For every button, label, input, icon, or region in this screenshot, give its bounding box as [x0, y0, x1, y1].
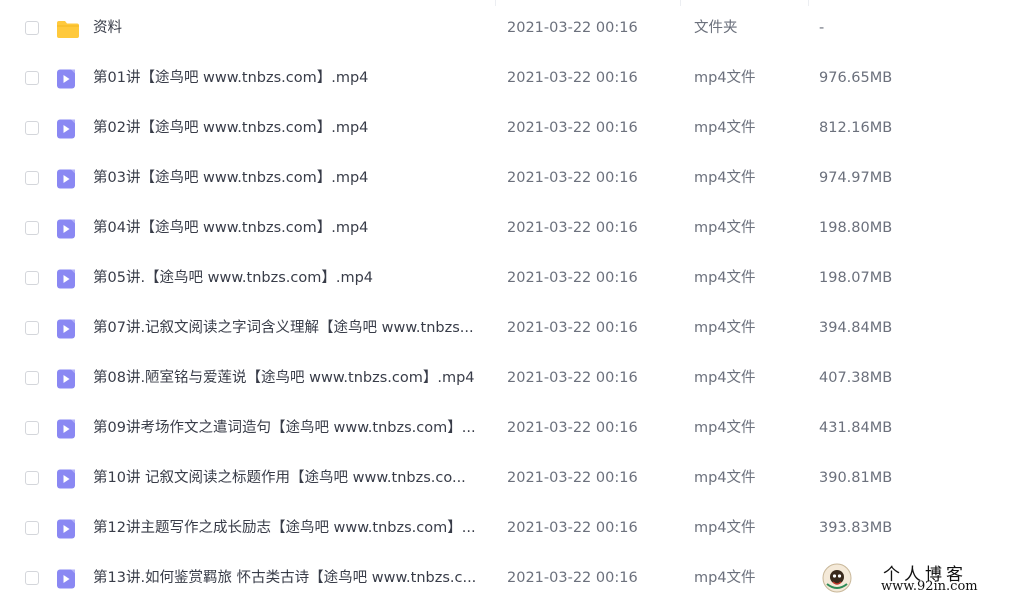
file-row[interactable]: 第01讲【途鸟吧 www.tnbzs.com】.mp4 2021-03-22 00…: [0, 53, 1015, 103]
video-file-icon: [56, 169, 78, 189]
row-checkbox[interactable]: [25, 521, 39, 535]
row-checkbox[interactable]: [25, 21, 39, 35]
row-checkbox[interactable]: [25, 121, 39, 135]
row-checkbox[interactable]: [25, 471, 39, 485]
file-row[interactable]: 第03讲【途鸟吧 www.tnbzs.com】.mp4 2021-03-22 00…: [0, 153, 1015, 203]
file-type: mp4文件: [694, 320, 756, 336]
watermark-logo-icon: [821, 562, 853, 594]
file-row[interactable]: 第04讲【途鸟吧 www.tnbzs.com】.mp4 2021-03-22 00…: [0, 203, 1015, 253]
file-size: 976.65MB: [819, 70, 893, 86]
file-type: mp4文件: [694, 420, 756, 436]
file-modified-time: 2021-03-22 00:16: [507, 220, 638, 236]
file-modified-time: 2021-03-22 00:16: [507, 570, 638, 586]
file-size: 812.16MB: [819, 120, 893, 136]
file-type: mp4文件: [694, 120, 756, 136]
file-modified-time: 2021-03-22 00:16: [507, 520, 638, 536]
file-modified-time: 2021-03-22 00:16: [507, 20, 638, 36]
file-row[interactable]: 第05讲.【途鸟吧 www.tnbzs.com】.mp4 2021-03-22 0…: [0, 253, 1015, 303]
file-modified-time: 2021-03-22 00:16: [507, 420, 638, 436]
file-modified-time: 2021-03-22 00:16: [507, 70, 638, 86]
file-modified-time: 2021-03-22 00:16: [507, 470, 638, 486]
video-file-icon: [56, 419, 78, 439]
file-type: mp4文件: [694, 220, 756, 236]
file-row[interactable]: 第09讲考场作文之遣词造句【途鸟吧 www.tnbzs.com】... 2021-…: [0, 403, 1015, 453]
row-checkbox[interactable]: [25, 271, 39, 285]
file-type: mp4文件: [694, 370, 756, 386]
file-name[interactable]: 第13讲.如何鉴赏羁旅 怀古类古诗【途鸟吧 www.tnbzs.c...: [93, 567, 485, 589]
row-checkbox[interactable]: [25, 371, 39, 385]
file-size: 407.38MB: [819, 370, 893, 386]
file-size: 198.07MB: [819, 270, 893, 286]
file-row[interactable]: 第07讲.记叙文阅读之字词含义理解【途鸟吧 www.tnbzs... 2021-0…: [0, 303, 1015, 353]
file-row[interactable]: 资料 2021-03-22 00:16 文件夹 -: [0, 3, 1015, 53]
file-type: mp4文件: [694, 170, 756, 186]
file-size: 974.97MB: [819, 170, 893, 186]
file-modified-time: 2021-03-22 00:16: [507, 270, 638, 286]
file-type: mp4文件: [694, 270, 756, 286]
file-type: 文件夹: [694, 20, 738, 36]
file-modified-time: 2021-03-22 00:16: [507, 120, 638, 136]
file-type: mp4文件: [694, 520, 756, 536]
row-checkbox[interactable]: [25, 571, 39, 585]
file-name[interactable]: 第08讲.陋室铭与爱莲说【途鸟吧 www.tnbzs.com】.mp4: [93, 367, 485, 389]
file-row[interactable]: 第08讲.陋室铭与爱莲说【途鸟吧 www.tnbzs.com】.mp4 2021-…: [0, 353, 1015, 403]
row-checkbox[interactable]: [25, 321, 39, 335]
file-name[interactable]: 第07讲.记叙文阅读之字词含义理解【途鸟吧 www.tnbzs...: [93, 317, 485, 339]
video-file-icon: [56, 119, 78, 139]
file-type: mp4文件: [694, 570, 756, 586]
row-checkbox[interactable]: [25, 421, 39, 435]
file-size: 394.84MB: [819, 320, 893, 336]
video-file-icon: [56, 219, 78, 239]
video-file-icon: [56, 469, 78, 489]
video-file-icon: [56, 269, 78, 289]
file-name[interactable]: 第05讲.【途鸟吧 www.tnbzs.com】.mp4: [93, 267, 485, 289]
file-name[interactable]: 第10讲 记叙文阅读之标题作用【途鸟吧 www.tnbzs.co...: [93, 467, 485, 489]
file-row[interactable]: 第10讲 记叙文阅读之标题作用【途鸟吧 www.tnbzs.co... 2021-…: [0, 453, 1015, 503]
row-checkbox[interactable]: [25, 171, 39, 185]
file-size: -: [819, 20, 825, 36]
file-list: 资料 2021-03-22 00:16 文件夹 - 第01讲【途鸟吧 www.tnbzs…: [0, 0, 1015, 599]
file-type: mp4文件: [694, 70, 756, 86]
file-size: 431.84MB: [819, 420, 893, 436]
watermark: 个人博客 www.92in.com: [821, 560, 1007, 596]
file-size: 390.81MB: [819, 470, 893, 486]
file-row[interactable]: 第02讲【途鸟吧 www.tnbzs.com】.mp4 2021-03-22 00…: [0, 103, 1015, 153]
video-file-icon: [56, 319, 78, 339]
video-file-icon: [56, 519, 78, 539]
row-checkbox[interactable]: [25, 71, 39, 85]
file-name[interactable]: 第12讲主题写作之成长励志【途鸟吧 www.tnbzs.com】...: [93, 517, 485, 539]
file-name[interactable]: 第01讲【途鸟吧 www.tnbzs.com】.mp4: [93, 67, 485, 89]
row-checkbox[interactable]: [25, 221, 39, 235]
file-name[interactable]: 第02讲【途鸟吧 www.tnbzs.com】.mp4: [93, 117, 485, 139]
file-name[interactable]: 第03讲【途鸟吧 www.tnbzs.com】.mp4: [93, 167, 485, 189]
video-file-icon: [56, 69, 78, 89]
file-type: mp4文件: [694, 470, 756, 486]
file-size: 198.80MB: [819, 220, 893, 236]
file-name[interactable]: 第04讲【途鸟吧 www.tnbzs.com】.mp4: [93, 217, 485, 239]
file-modified-time: 2021-03-22 00:16: [507, 320, 638, 336]
file-name[interactable]: 资料: [93, 17, 485, 39]
file-name[interactable]: 第09讲考场作文之遣词造句【途鸟吧 www.tnbzs.com】...: [93, 417, 485, 439]
folder-icon: [56, 19, 79, 39]
file-size: 393.83MB: [819, 520, 893, 536]
file-row[interactable]: 第12讲主题写作之成长励志【途鸟吧 www.tnbzs.com】... 2021-…: [0, 503, 1015, 553]
video-file-icon: [56, 569, 78, 589]
file-modified-time: 2021-03-22 00:16: [507, 170, 638, 186]
watermark-url: www.92in.com: [881, 579, 978, 594]
file-modified-time: 2021-03-22 00:16: [507, 370, 638, 386]
video-file-icon: [56, 369, 78, 389]
